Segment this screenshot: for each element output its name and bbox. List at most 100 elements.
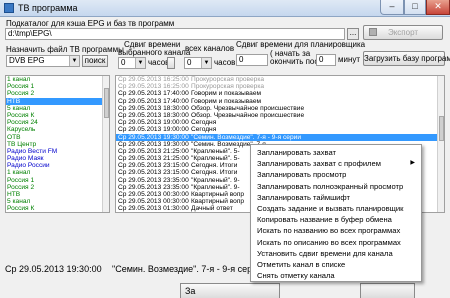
program-time: Ср 29.05.2013 17:40:00 — [118, 90, 189, 98]
channel-item[interactable]: Россия К — [6, 112, 109, 119]
channel-scrollbar[interactable] — [102, 76, 109, 212]
schedule-button[interactable]: За — [180, 283, 280, 298]
context-menu-item[interactable]: Создать задание и вызвать планировщик — [251, 203, 421, 214]
context-menu-item[interactable]: Запланировать полноэкранный просмотр — [251, 181, 421, 192]
context-menu-item-label: Установить сдвиг времени для канала — [257, 248, 393, 258]
program-title: "Семин. Возмездие". 7-я - 9-я серии — [191, 133, 301, 141]
cache-path-input[interactable]: d:\tmp\EPG\ — [5, 28, 345, 40]
program-title: Говорим и показываем — [191, 90, 262, 98]
channel-item[interactable]: Россия К — [6, 205, 109, 212]
program-time: Ср 29.05.2013 19:30:00 — [118, 140, 189, 148]
context-menu-item-label: Искать по названию во всех программах — [257, 226, 401, 236]
channel-item[interactable]: Россия 2 — [6, 90, 109, 97]
context-menu-item[interactable]: Установить сдвиг времени для канала — [251, 248, 421, 259]
channel-item[interactable]: Радио Вести FM — [6, 148, 109, 155]
export-label: Экспорт — [387, 28, 419, 37]
program-title: Сегодня — [191, 119, 217, 127]
channel-item[interactable]: НТВ — [6, 97, 109, 105]
program-time: Ср 29.05.2013 19:00:00 — [118, 126, 189, 134]
search-button[interactable]: поиск — [82, 55, 108, 67]
scroll-thumb[interactable] — [439, 116, 444, 141]
context-menu-item[interactable]: Запланировать захват с профилем ▶ — [251, 158, 421, 169]
context-menu-item[interactable]: Отметить канал в списке — [251, 259, 421, 270]
program-time: Ср 29.05.2013 21:25:00 — [118, 155, 189, 163]
program-row[interactable]: Ср 29.05.2013 19:30:00 "Семин. Возмездие"… — [116, 133, 444, 141]
program-time: Ср 29.05.2013 01:30:00 — [118, 205, 189, 213]
apply-selected-shift-button[interactable] — [167, 57, 175, 69]
context-menu-item[interactable]: Запланировать захват — [251, 147, 421, 158]
context-menu-item[interactable]: Искать по описанию во всех программах — [251, 237, 421, 248]
close-dialog-button[interactable] — [360, 283, 415, 298]
channel-item[interactable]: Карусель — [6, 126, 109, 133]
program-time: Ср 29.05.2013 18:30:00 — [118, 104, 189, 112]
program-time: Ср 29.05.2013 19:30:00 — [118, 133, 189, 141]
program-row[interactable]: Ср 29.05.2013 17:40:00 Говорим и показыва… — [116, 98, 444, 105]
program-time: Ср 29.05.2013 17:40:00 — [118, 97, 189, 105]
floppy-icon — [369, 28, 377, 36]
program-row[interactable]: Ср 29.05.2013 19:00:00 Сегодня — [116, 119, 444, 126]
context-menu-item[interactable]: Копировать название в буфер обмена — [251, 214, 421, 225]
cache-path-label: Подкаталог для кэша EPG и баз тв програм… — [6, 19, 175, 28]
context-menu-item-label: Создать задание и вызвать планировщик — [257, 203, 404, 213]
close-button[interactable]: ✕ — [426, 0, 450, 15]
channel-item[interactable]: 5 канал — [6, 105, 109, 112]
shift-all-value: 0 — [187, 58, 192, 67]
program-row[interactable]: Ср 29.05.2013 16:25:00 Прокурорская прове… — [116, 83, 444, 90]
scroll-thumb[interactable] — [104, 88, 109, 118]
channel-item[interactable]: 1 канал — [6, 76, 109, 83]
maximize-button[interactable]: □ — [404, 0, 426, 15]
scheduler-start-input[interactable]: 0 — [236, 54, 268, 66]
channel-item[interactable]: Радио России — [6, 162, 109, 169]
shift-all-combo[interactable]: 0 ▼ — [184, 57, 212, 69]
channel-item[interactable]: Россия 1 — [6, 83, 109, 90]
chevron-down-icon: ▼ — [201, 58, 211, 68]
shift-selected-value: 0 — [121, 58, 126, 67]
channel-item[interactable]: НТВ — [6, 191, 109, 198]
program-title: Сегодня — [191, 126, 217, 134]
all-channels-label: всех каналов — [185, 44, 235, 53]
program-row[interactable]: Ср 29.05.2013 16:25:00 Прокурорская прове… — [116, 76, 444, 83]
program-scrollbar[interactable] — [437, 76, 444, 212]
channel-item[interactable]: Радио Маяк — [6, 155, 109, 162]
channel-list[interactable]: 1 канал Россия 1 Россия 2 НТВ 5 канал Россия … — [5, 75, 110, 213]
context-menu-item-label: Запланировать таймшифт — [257, 192, 350, 202]
program-title: Прокурорская проверка — [191, 83, 265, 91]
scheduler-end-input[interactable]: 0 — [316, 54, 336, 66]
chevron-down-icon: ▼ — [69, 56, 79, 66]
program-time: Ср 29.05.2013 23:15:00 — [118, 169, 189, 177]
program-time: Ср 29.05.2013 23:35:00 — [118, 176, 189, 184]
channel-item[interactable]: Россия 2 — [6, 184, 109, 191]
channel-item[interactable]: ОТВ — [6, 134, 109, 141]
program-time: Ср 29.05.2013 18:30:00 — [118, 111, 189, 119]
program-title: Обзор. Чрезвычайное происшествие — [191, 111, 305, 119]
shift-selected-combo[interactable]: 0 ▼ — [118, 57, 146, 69]
program-row[interactable]: Ср 29.05.2013 19:00:00 Сегодня — [116, 126, 444, 133]
context-menu-item-label: Запланировать захват с профилем — [257, 159, 381, 169]
browse-button[interactable]: ... — [347, 28, 359, 40]
context-menu-item[interactable]: Снять отметку канала — [251, 270, 421, 281]
program-time: Ср 29.05.2013 19:00:00 — [118, 119, 189, 127]
program-time: Ср 29.05.2013 00:30:00 — [118, 198, 189, 206]
load-database-button[interactable]: Загрузить базу программ — [363, 51, 450, 66]
channel-item[interactable]: 1 канал — [6, 169, 109, 176]
context-menu-item-label: Искать по описанию во всех программах — [257, 237, 401, 247]
channel-item[interactable]: Россия 24 — [6, 119, 109, 126]
program-row[interactable]: Ср 29.05.2013 18:30:00 Обзор. Чрезвычайно… — [116, 112, 444, 119]
context-menu-item-label: Запланировать захват — [257, 148, 336, 157]
context-menu-item[interactable]: Искать по названию во всех программах — [251, 225, 421, 236]
context-menu-item[interactable]: Запланировать просмотр — [251, 169, 421, 180]
program-title: Сегодня. Итоги — [191, 162, 238, 170]
app-icon — [4, 3, 14, 13]
context-menu-item[interactable]: Запланировать таймшифт — [251, 192, 421, 203]
epg-source-combo[interactable]: DVB EPG ▼ — [6, 55, 80, 67]
context-menu-item-label: Запланировать просмотр — [257, 170, 347, 180]
channel-item[interactable]: 5 канал — [6, 198, 109, 205]
program-title: Дачный ответ — [191, 205, 233, 213]
title-bar: ТВ программа – □ ✕ — [0, 0, 450, 17]
program-row[interactable]: Ср 29.05.2013 18:30:00 Обзор. Чрезвычайно… — [116, 105, 444, 112]
channel-item[interactable]: Россия 1 — [6, 177, 109, 184]
program-title: Прокурорская проверка — [191, 76, 265, 83]
channel-item[interactable]: ТВ Центр — [6, 141, 109, 148]
minimize-button[interactable]: – — [380, 0, 404, 15]
program-row[interactable]: Ср 29.05.2013 17:40:00 Говорим и показыва… — [116, 90, 444, 97]
